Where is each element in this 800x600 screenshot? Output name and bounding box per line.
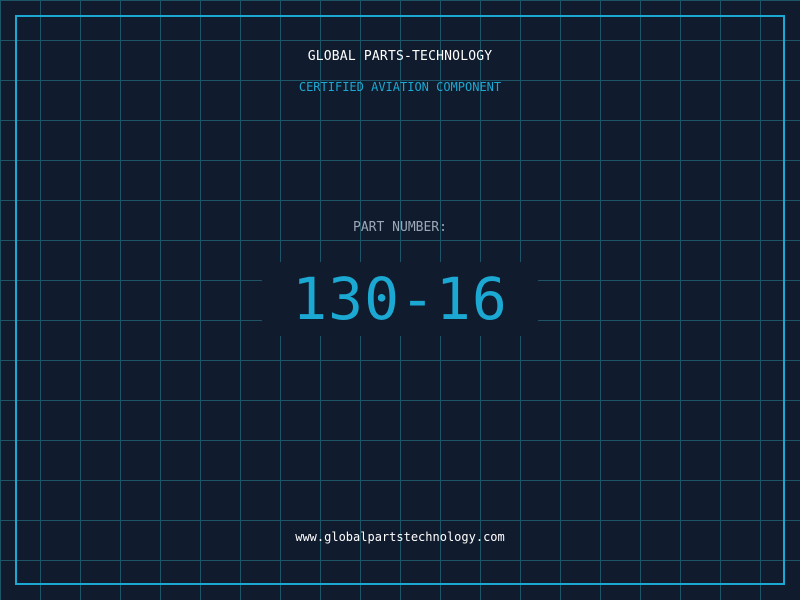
website-url: www.globalpartstechnology.com — [295, 530, 505, 544]
certification-subtitle: CERTIFIED AVIATION COMPONENT — [298, 80, 502, 94]
part-number-label: PART NUMBER: — [353, 220, 447, 235]
part-number-value: 130-16 — [262, 262, 538, 336]
company-name: GLOBAL PARTS-TECHNOLOGY — [307, 49, 493, 64]
